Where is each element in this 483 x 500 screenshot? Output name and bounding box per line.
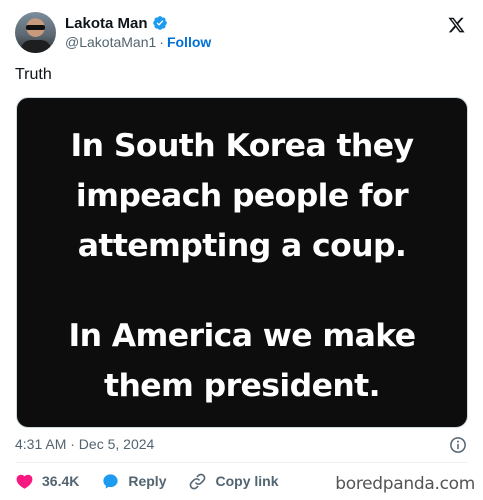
like-count: 36.4K [42, 473, 80, 489]
x-logo-icon[interactable] [447, 16, 466, 34]
display-name[interactable]: Lakota Man [65, 15, 148, 32]
image-text-line: attempting a coup. [77, 228, 407, 264]
image-text-line: impeach people for [75, 178, 409, 214]
divider [15, 462, 468, 463]
separator: · [159, 34, 164, 50]
reply-label: Reply [128, 473, 167, 489]
reply-button[interactable]: Reply [101, 472, 166, 491]
action-bar: 36.4K Reply Copy link [15, 470, 301, 492]
watermark: boredpanda.com [335, 474, 475, 494]
info-icon[interactable] [449, 436, 467, 454]
tweet-card: Lakota Man @LakotaMan1 · Follow Truth In S… [0, 0, 483, 500]
like-button[interactable]: 36.4K [15, 472, 79, 491]
heart-icon [16, 474, 33, 489]
handle-line: @LakotaMan1 · Follow [65, 34, 211, 50]
verified-badge-icon [152, 16, 167, 30]
follow-button[interactable]: Follow [167, 34, 211, 50]
link-icon [190, 473, 206, 489]
avatar[interactable] [15, 12, 56, 53]
tweet-image[interactable]: In South Korea they impeach people for a… [16, 97, 468, 428]
image-text-line: In South Korea they [70, 128, 415, 164]
avatar-shirt [21, 40, 51, 53]
timestamp[interactable]: 4:31 AM · Dec 5, 2024 [15, 436, 154, 452]
reply-bubble-icon [103, 473, 118, 489]
avatar-glasses [26, 25, 45, 30]
tweet-text: Truth [15, 66, 52, 83]
tweet-header: Lakota Man @LakotaMan1 · Follow [15, 12, 470, 56]
handle[interactable]: @LakotaMan1 [65, 34, 156, 50]
name-line: Lakota Man [65, 14, 168, 32]
image-text-line: In America we make [68, 318, 416, 354]
copy-link-button[interactable]: Copy link [188, 472, 279, 491]
copy-link-label: Copy link [215, 473, 279, 489]
image-text-line: them president. [104, 368, 381, 404]
